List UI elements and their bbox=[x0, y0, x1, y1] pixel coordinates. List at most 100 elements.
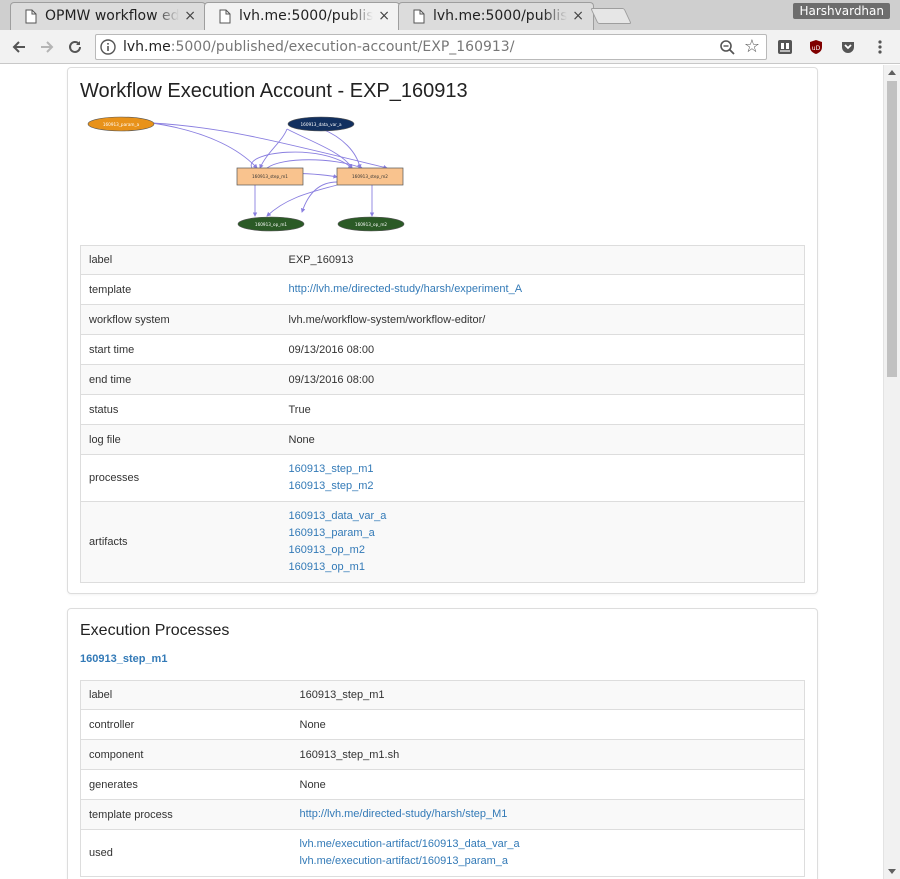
scrollbar-thumb[interactable] bbox=[887, 81, 897, 377]
scroll-up-arrow-icon[interactable] bbox=[888, 70, 896, 75]
artifact-link[interactable]: 160913_param_a bbox=[289, 525, 797, 542]
table-row: controller None bbox=[80, 709, 805, 740]
row-key: end time bbox=[80, 364, 281, 395]
table-row: end time 09/13/2016 08:00 bbox=[80, 364, 805, 395]
zoom-icon[interactable] bbox=[719, 39, 736, 56]
row-key: controller bbox=[80, 709, 292, 740]
row-key: processes bbox=[80, 454, 281, 502]
template-process-link[interactable]: http://lvh.me/directed-study/harsh/step_… bbox=[300, 806, 797, 823]
forward-button[interactable] bbox=[36, 36, 58, 58]
execution-processes-panel: Execution Processes 160913_step_m1 label… bbox=[67, 608, 818, 879]
process-link[interactable]: 160913_step_m1 bbox=[289, 461, 797, 478]
profile-button[interactable]: Harshvardhan bbox=[793, 3, 890, 19]
row-value: True bbox=[280, 394, 805, 425]
used-artifact-link[interactable]: lvh.me/execution-artifact/160913_data_va… bbox=[300, 836, 797, 853]
process-link[interactable]: 160913_step_m2 bbox=[289, 478, 797, 495]
row-value: 160913_step_m1 bbox=[291, 680, 805, 710]
row-key: used bbox=[80, 829, 292, 877]
kebab-menu-icon[interactable] bbox=[872, 39, 888, 55]
tab-title: OPMW workflow edit bbox=[45, 8, 179, 24]
table-row: template http://lvh.me/directed-study/ha… bbox=[80, 274, 805, 305]
graph-node-label: 160913_param_a bbox=[103, 122, 140, 127]
table-row: log file None bbox=[80, 424, 805, 455]
table-row: generates None bbox=[80, 769, 805, 800]
page-icon bbox=[219, 9, 231, 24]
reload-button[interactable] bbox=[64, 36, 86, 58]
table-row: used lvh.me/execution-artifact/160913_da… bbox=[80, 829, 805, 877]
tab-title: lvh.me:5000/publish bbox=[239, 8, 373, 24]
graph-node-step-m1: 160913_step_m1 bbox=[236, 167, 304, 186]
table-row: template process http://lvh.me/directed-… bbox=[80, 799, 805, 830]
row-key: template process bbox=[80, 799, 292, 830]
execution-account-panel: Workflow Execution Account - EXP_160913 bbox=[67, 67, 818, 594]
close-tab-icon[interactable]: × bbox=[378, 8, 390, 24]
graph-edge bbox=[151, 122, 388, 170]
artifact-link[interactable]: 160913_op_m2 bbox=[289, 542, 797, 559]
account-details-table: label EXP_160913 template http://lvh.me/… bbox=[80, 245, 805, 583]
row-value: 160913_step_m1.sh bbox=[291, 739, 805, 770]
row-value: 09/13/2016 08:00 bbox=[280, 334, 805, 365]
url-text[interactable]: lvh.me:5000/published/execution-account/… bbox=[123, 39, 514, 55]
row-value: None bbox=[291, 769, 805, 800]
graph-edge bbox=[151, 122, 258, 169]
table-row: workflow system lvh.me/workflow-system/w… bbox=[80, 304, 805, 335]
row-key: artifacts bbox=[80, 501, 281, 583]
graph-node-label: 160913_op_m2 bbox=[355, 222, 387, 227]
process-details-table: label 160913_step_m1 controller None com… bbox=[80, 680, 805, 877]
reload-icon bbox=[69, 40, 81, 53]
page-content: Workflow Execution Account - EXP_160913 bbox=[0, 65, 883, 879]
browser-toolbar: lvh.me:5000/published/execution-account/… bbox=[0, 30, 900, 64]
used-artifact-link[interactable]: lvh.me/execution-artifact/160913_param_a bbox=[300, 853, 797, 870]
row-key: label bbox=[80, 680, 292, 710]
row-key: template bbox=[80, 274, 281, 305]
graph-edge bbox=[266, 159, 363, 169]
process-heading-link[interactable]: 160913_step_m1 bbox=[80, 653, 167, 665]
graph-edge bbox=[286, 128, 353, 169]
row-value: EXP_160913 bbox=[280, 245, 805, 275]
row-key: generates bbox=[80, 769, 292, 800]
artifact-link[interactable]: 160913_op_m1 bbox=[289, 559, 797, 576]
artifact-link[interactable]: 160913_data_var_a bbox=[289, 508, 797, 525]
new-tab-button[interactable] bbox=[590, 8, 632, 24]
table-row: processes 160913_step_m1 160913_step_m2 bbox=[80, 454, 805, 502]
star-icon[interactable]: ☆ bbox=[744, 36, 760, 57]
tab-published-account[interactable]: lvh.me:5000/publish × bbox=[204, 2, 400, 30]
tab-published-2[interactable]: lvh.me:5000/publish × bbox=[398, 2, 594, 30]
vertical-scrollbar[interactable] bbox=[883, 65, 900, 879]
page-title: Workflow Execution Account - EXP_160913 bbox=[80, 80, 468, 102]
graph-node-step-m2: 160913_step_m2 bbox=[336, 167, 404, 186]
row-key: workflow system bbox=[80, 304, 281, 335]
row-key: start time bbox=[80, 334, 281, 365]
info-icon[interactable] bbox=[100, 39, 116, 55]
address-bar[interactable]: lvh.me:5000/published/execution-account/… bbox=[95, 34, 767, 60]
row-value: 09/13/2016 08:00 bbox=[280, 364, 805, 395]
url-path: :5000/published/execution-account/EXP_16… bbox=[170, 39, 515, 55]
graph-node-label: 160913_step_m2 bbox=[352, 174, 388, 179]
row-key: status bbox=[80, 394, 281, 425]
row-key: label bbox=[80, 245, 281, 275]
template-link[interactable]: http://lvh.me/directed-study/harsh/exper… bbox=[289, 281, 797, 298]
table-row: start time 09/13/2016 08:00 bbox=[80, 334, 805, 365]
close-tab-icon[interactable]: × bbox=[572, 8, 584, 24]
table-row: status True bbox=[80, 394, 805, 425]
table-row: label EXP_160913 bbox=[80, 245, 805, 275]
row-value: None bbox=[280, 424, 805, 455]
extension-icon[interactable] bbox=[777, 39, 793, 55]
graph-node-param-a: 160913_param_a bbox=[87, 116, 155, 132]
page-icon bbox=[25, 9, 37, 24]
graph-node-label: 160913_op_m1 bbox=[255, 222, 287, 227]
scroll-down-arrow-icon[interactable] bbox=[888, 869, 896, 874]
url-host: lvh.me bbox=[123, 39, 171, 55]
back-button[interactable] bbox=[8, 36, 30, 58]
arrow-right-icon bbox=[41, 41, 54, 53]
graph-node-label: 160913_step_m1 bbox=[252, 174, 288, 179]
page-icon bbox=[413, 9, 425, 24]
tab-title: lvh.me:5000/publish bbox=[433, 8, 567, 24]
pocket-icon[interactable] bbox=[840, 39, 856, 55]
row-value: None bbox=[291, 709, 805, 740]
section-title: Execution Processes bbox=[80, 622, 230, 639]
graph-node-op-m2: 160913_op_m2 bbox=[337, 216, 405, 232]
tab-opmw-editor[interactable]: OPMW workflow edit × bbox=[10, 2, 206, 30]
close-tab-icon[interactable]: × bbox=[184, 8, 196, 24]
ublock-icon[interactable]: uD bbox=[808, 39, 824, 55]
